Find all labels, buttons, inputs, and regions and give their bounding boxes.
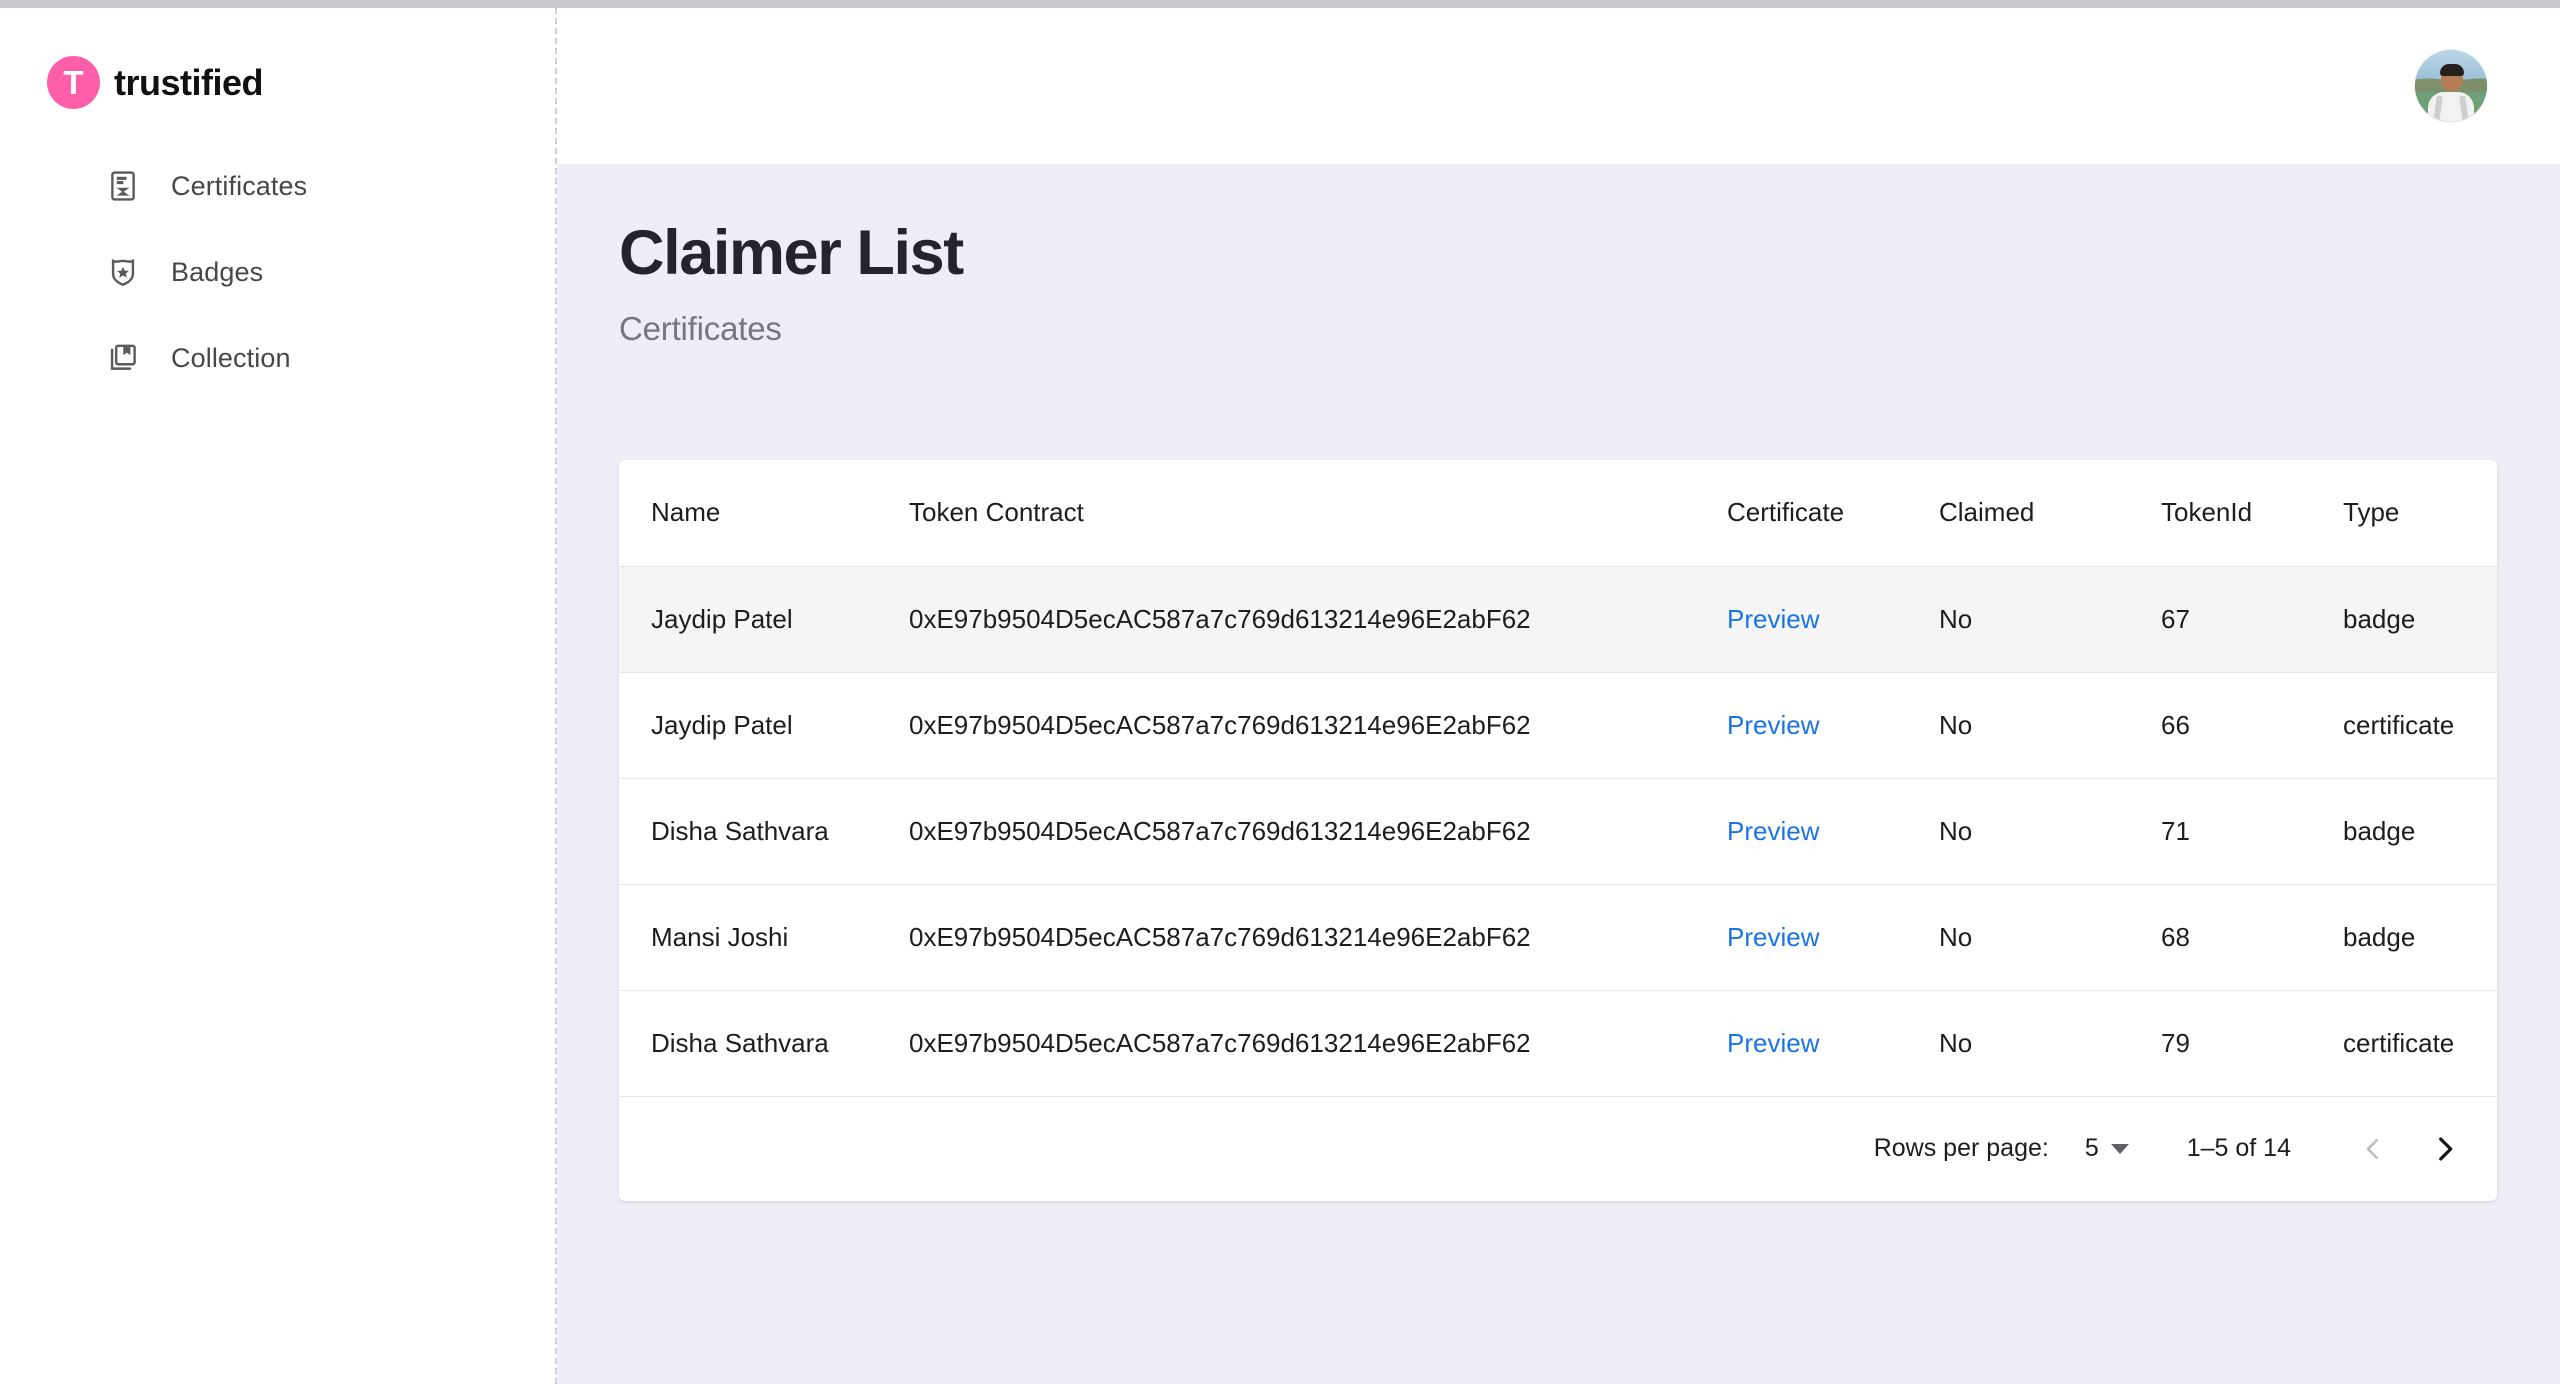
column-header-token-contract: Token Contract [909, 460, 1727, 567]
cell-certificate: Preview [1727, 777, 1939, 885]
column-header-name: Name [619, 460, 909, 567]
sidebar-item-label: Badges [171, 256, 264, 287]
pagination-row: Rows per page: 5 1–5 of 14 [619, 1095, 2497, 1201]
table-row[interactable]: Mansi Joshi 0xE97b9504D5ecAC587a7c769d61… [619, 883, 2497, 991]
cell-name: Jaydip Patel [651, 603, 793, 634]
table-row[interactable]: Disha Sathvara 0xE97b9504D5ecAC587a7c769… [619, 777, 2497, 885]
rows-per-page-select[interactable]: 5 [2085, 1134, 2129, 1163]
cell-token-contract: 0xE97b9504D5ecAC587a7c769d613214e96E2abF… [909, 777, 1727, 885]
pagination-controls: Rows per page: 5 1–5 of 14 [619, 1097, 2497, 1201]
pagination-range-label: 1–5 of 14 [2186, 1134, 2291, 1163]
table-head: Name Token Contract Certificate Claimed … [619, 460, 2497, 567]
cell-certificate: Preview [1727, 671, 1939, 779]
brand-name: trustified [114, 61, 264, 103]
column-header-tokenid: TokenId [2161, 460, 2343, 567]
cell-tokenid: 66 [2161, 671, 2343, 779]
table-row[interactable]: Disha Sathvara 0xE97b9504D5ecAC587a7c769… [619, 989, 2497, 1097]
avatar-hair [2440, 64, 2464, 76]
page-title: Claimer List [619, 218, 964, 288]
claimer-table-card: Name Token Contract Certificate Claimed … [619, 460, 2497, 1201]
sidebar-nav: Certificates Badges Collection [0, 164, 555, 380]
cell-claimed: No [1939, 671, 2161, 779]
cell-type: badge [2343, 777, 2497, 885]
preview-link[interactable]: Preview [1727, 816, 1819, 846]
page-subtitle: Certificates [619, 310, 782, 348]
cell-token-contract: 0xE97b9504D5ecAC587a7c769d613214e96E2abF… [909, 671, 1727, 779]
cell-name: Disha Sathvara [619, 989, 909, 1097]
cell-tokenid: 71 [2161, 777, 2343, 885]
sidebar-item-label: Collection [171, 342, 291, 373]
table-header-row: Name Token Contract Certificate Claimed … [619, 460, 2497, 567]
page-content: Claimer List Certificates Name Token Con… [557, 164, 2560, 1384]
cell-token-contract: 0xE97b9504D5ecAC587a7c769d613214e96E2abF… [909, 883, 1727, 991]
cell-token-contract: 0xE97b9504D5ecAC587a7c769d613214e96E2abF… [909, 603, 1531, 634]
preview-link[interactable]: Preview [1727, 710, 1819, 740]
cell-type: certificate [2343, 671, 2497, 779]
brand-mark-icon: T [47, 56, 100, 109]
claimer-table: Name Token Contract Certificate Claimed … [619, 460, 2497, 1201]
next-page-button[interactable] [2409, 1113, 2481, 1185]
preview-link[interactable]: Preview [1727, 604, 1819, 634]
cell-tokenid: 67 [2161, 603, 2190, 634]
rows-per-page-value: 5 [2084, 1134, 2099, 1163]
certificate-document-icon [105, 168, 141, 204]
brand-logo[interactable]: T trustified [0, 8, 555, 109]
table-body: Jaydip Patel 0xE97b9504D5ecAC587a7c769d6… [619, 566, 2497, 1097]
sidebar-item-label: Certificates [171, 170, 308, 201]
sidebar: T trustified Certificates Badges Collect… [0, 8, 557, 1384]
cell-name: Jaydip Patel [619, 671, 909, 779]
cell-tokenid: 79 [2161, 989, 2343, 1097]
cell-type: badge [2343, 603, 2416, 634]
column-header-certificate: Certificate [1727, 460, 1939, 567]
cell-type: badge [2343, 883, 2497, 991]
brand-mark-letter: T [63, 64, 84, 101]
column-header-type: Type [2343, 460, 2497, 567]
main-area: Claimer List Certificates Name Token Con… [557, 8, 2560, 1384]
cell-claimed: No [1939, 883, 2161, 991]
cell-claimed: No [1939, 777, 2161, 885]
cell-certificate: Preview [1727, 566, 1939, 672]
cell-certificate: Preview [1727, 989, 1939, 1097]
collection-books-bookmark-icon [105, 340, 141, 376]
app-shell: T trustified Certificates Badges Collect… [0, 8, 2560, 1384]
cell-certificate: Preview [1727, 883, 1939, 991]
badge-shield-star-icon [105, 254, 141, 290]
sidebar-item-certificates[interactable]: Certificates [105, 164, 435, 208]
cell-claimed: No [1939, 603, 1973, 634]
sidebar-item-badges[interactable]: Badges [105, 250, 435, 294]
cell-tokenid: 68 [2161, 883, 2343, 991]
avatar[interactable] [2415, 50, 2487, 122]
chevron-down-icon [2110, 1143, 2129, 1154]
browser-chrome-strip [0, 0, 2560, 8]
column-header-claimed: Claimed [1939, 460, 2161, 567]
preview-link[interactable]: Preview [1727, 922, 1819, 952]
table-row[interactable]: Jaydip Patel 0xE97b9504D5ecAC587a7c769d6… [619, 671, 2497, 779]
cell-type: certificate [2343, 989, 2497, 1097]
topbar [557, 8, 2560, 164]
rows-per-page-label: Rows per page: [1873, 1134, 2049, 1163]
cell-claimed: No [1939, 989, 2161, 1097]
table-foot: Rows per page: 5 1–5 of 14 [619, 1095, 2497, 1201]
cell-name: Disha Sathvara [619, 777, 909, 885]
chevron-left-icon [2358, 1134, 2388, 1164]
preview-link[interactable]: Preview [1727, 1028, 1819, 1058]
previous-page-button[interactable] [2337, 1113, 2409, 1185]
sidebar-item-collection[interactable]: Collection [105, 336, 435, 380]
cell-token-contract: 0xE97b9504D5ecAC587a7c769d613214e96E2abF… [909, 989, 1727, 1097]
table-row[interactable]: Jaydip Patel 0xE97b9504D5ecAC587a7c769d6… [619, 566, 2497, 673]
pagination-cell: Rows per page: 5 1–5 of 14 [619, 1095, 2497, 1201]
cell-name: Mansi Joshi [619, 883, 909, 991]
chevron-right-icon [2428, 1132, 2462, 1166]
